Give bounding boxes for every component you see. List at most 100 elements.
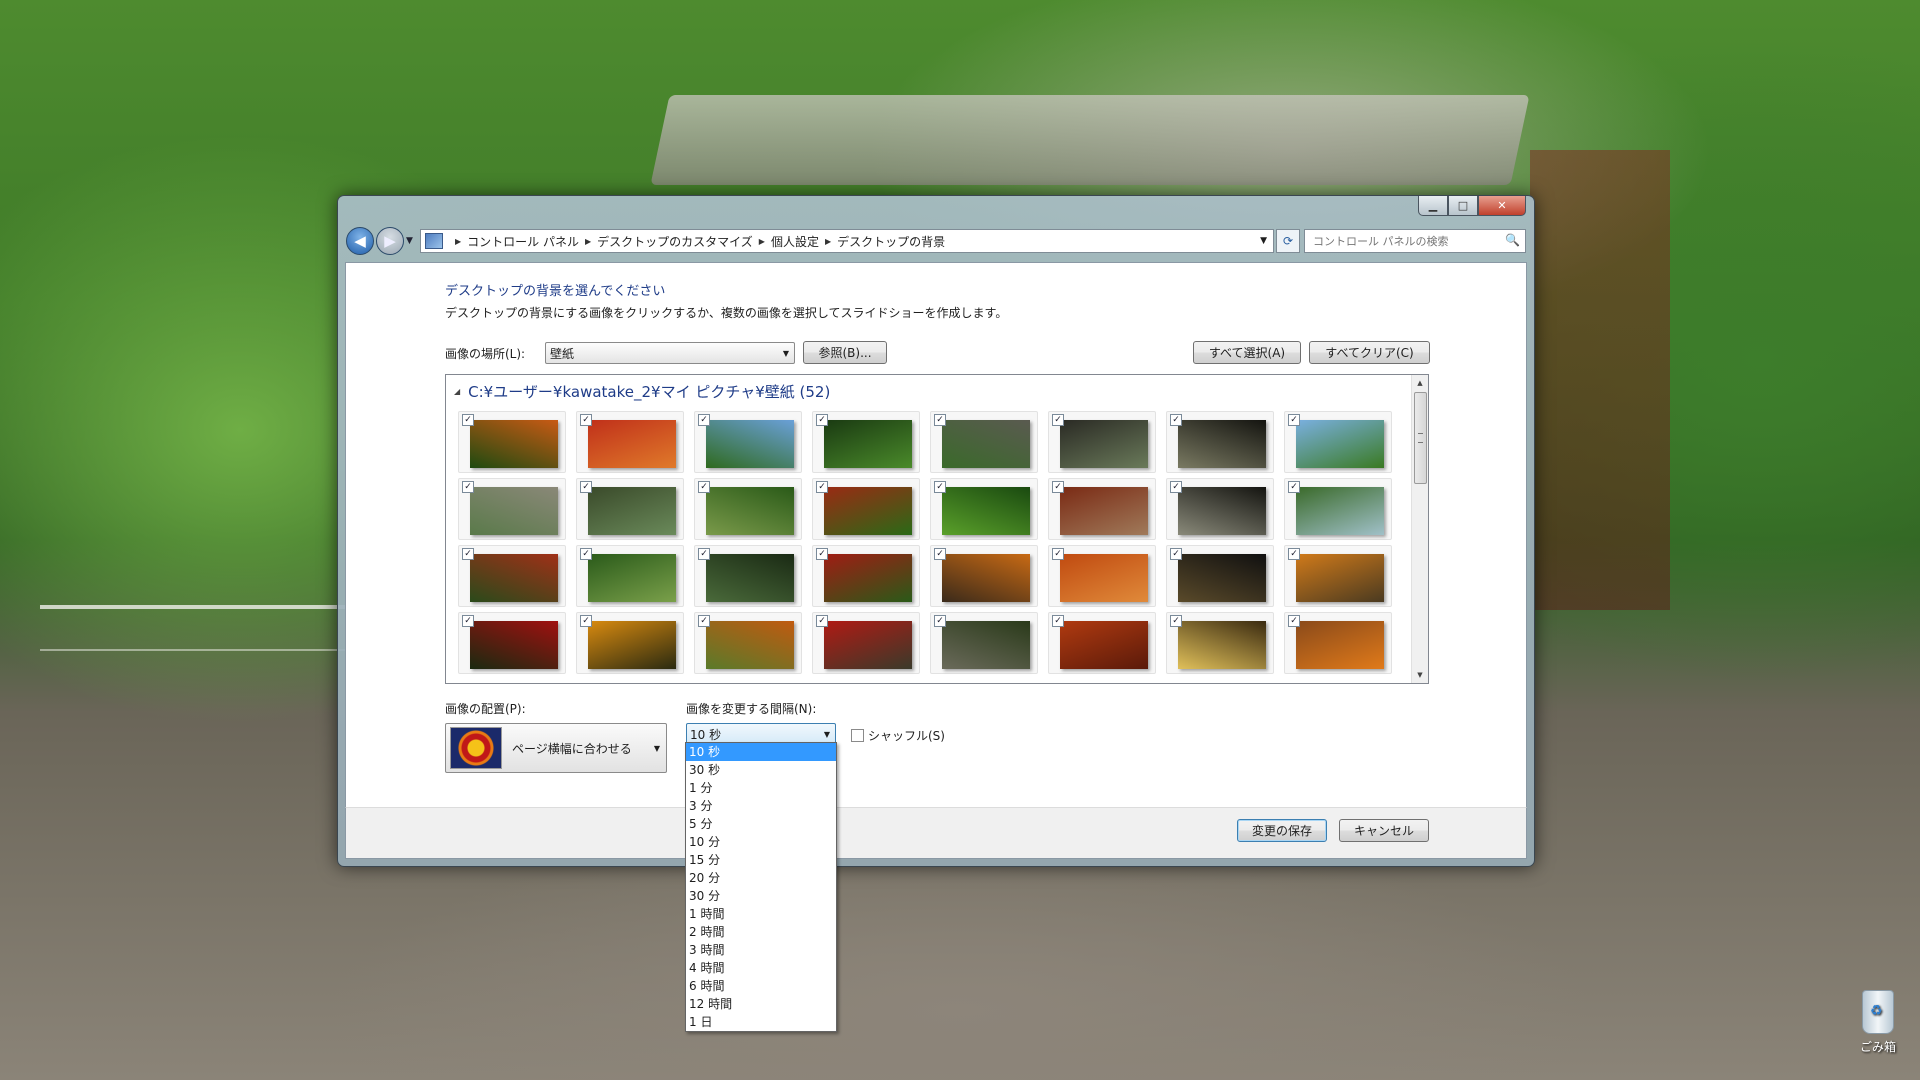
wallpaper-thumbnail[interactable]: ✓ bbox=[1284, 411, 1392, 473]
clear-all-button[interactable]: すべてクリア(C) bbox=[1309, 341, 1430, 364]
thumbnail-checkbox[interactable]: ✓ bbox=[1288, 481, 1300, 493]
interval-option[interactable]: 10 分 bbox=[686, 833, 836, 851]
close-button[interactable]: ✕ bbox=[1478, 196, 1526, 216]
wallpaper-thumbnail[interactable]: ✓ bbox=[1048, 545, 1156, 607]
search-icon[interactable]: 🔍 bbox=[1505, 233, 1521, 249]
interval-dropdown-list[interactable]: 10 秒 30 秒1 分3 分5 分 10 分 15 分 20 分 30 分1 時間 2 時… bbox=[685, 742, 837, 1032]
thumbnail-checkbox[interactable]: ✓ bbox=[1170, 414, 1182, 426]
thumbnail-checkbox[interactable]: ✓ bbox=[1052, 414, 1064, 426]
chevron-right-icon[interactable]: ▶ bbox=[825, 237, 831, 246]
gallery-group-header[interactable]: ◢ C:¥ユーザー¥kawatake_2¥マイ ピクチャ¥壁紙 (52) bbox=[454, 381, 830, 402]
thumbnail-checkbox[interactable]: ✓ bbox=[816, 548, 828, 560]
wallpaper-thumbnail[interactable]: ✓ bbox=[576, 411, 684, 473]
breadcrumb-personalization[interactable]: 個人設定 bbox=[771, 233, 819, 250]
breadcrumb-desktop-background[interactable]: デスクトップの背景 bbox=[837, 233, 945, 250]
interval-option[interactable]: 6 時間 bbox=[686, 977, 836, 995]
wallpaper-thumbnail[interactable]: ✓ bbox=[694, 612, 802, 674]
address-bar[interactable]: ▶ コントロール パネル ▶ デスクトップのカスタマイズ ▶ 個人設定 ▶ デス… bbox=[420, 229, 1274, 253]
wallpaper-thumbnail[interactable]: ✓ bbox=[812, 612, 920, 674]
thumbnail-checkbox[interactable]: ✓ bbox=[462, 615, 474, 627]
wallpaper-thumbnail[interactable]: ✓ bbox=[694, 478, 802, 540]
thumbnail-checkbox[interactable]: ✓ bbox=[816, 615, 828, 627]
interval-option[interactable]: 30 分 bbox=[686, 887, 836, 905]
forward-button[interactable]: ▶ bbox=[376, 227, 404, 255]
thumbnail-checkbox[interactable]: ✓ bbox=[580, 414, 592, 426]
wallpaper-thumbnail[interactable]: ✓ bbox=[458, 612, 566, 674]
browse-button[interactable]: 参照(B)... bbox=[803, 341, 887, 364]
checkbox-box[interactable] bbox=[851, 729, 864, 742]
wallpaper-thumbnail[interactable]: ✓ bbox=[1284, 545, 1392, 607]
interval-option[interactable]: 2 時間 bbox=[686, 923, 836, 941]
wallpaper-thumbnail[interactable]: ✓ bbox=[1166, 545, 1274, 607]
interval-option[interactable]: 3 分 bbox=[686, 797, 836, 815]
thumbnail-checkbox[interactable]: ✓ bbox=[934, 414, 946, 426]
scroll-down-icon[interactable]: ▼ bbox=[1412, 667, 1428, 683]
interval-option[interactable]: 12 時間 bbox=[686, 995, 836, 1013]
chevron-right-icon[interactable]: ▶ bbox=[759, 237, 765, 246]
thumbnail-checkbox[interactable]: ✓ bbox=[1288, 414, 1300, 426]
wallpaper-thumbnail[interactable]: ✓ bbox=[812, 545, 920, 607]
recycle-bin[interactable]: ごみ箱 bbox=[1843, 990, 1913, 1055]
thumbnail-checkbox[interactable]: ✓ bbox=[462, 548, 474, 560]
wallpaper-thumbnail[interactable]: ✓ bbox=[458, 545, 566, 607]
address-dropdown-icon[interactable]: ▼ bbox=[1260, 236, 1267, 246]
wallpaper-thumbnail[interactable]: ✓ bbox=[1048, 411, 1156, 473]
wallpaper-thumbnail[interactable]: ✓ bbox=[1166, 612, 1274, 674]
thumbnail-checkbox[interactable]: ✓ bbox=[816, 481, 828, 493]
thumbnail-checkbox[interactable]: ✓ bbox=[580, 548, 592, 560]
search-input[interactable] bbox=[1311, 233, 1505, 249]
wallpaper-thumbnail[interactable]: ✓ bbox=[1166, 411, 1274, 473]
thumbnail-checkbox[interactable]: ✓ bbox=[698, 548, 710, 560]
wallpaper-thumbnail[interactable]: ✓ bbox=[812, 411, 920, 473]
shuffle-checkbox[interactable]: シャッフル(S) bbox=[851, 727, 945, 744]
wallpaper-thumbnail[interactable]: ✓ bbox=[458, 411, 566, 473]
thumbnail-checkbox[interactable]: ✓ bbox=[580, 481, 592, 493]
collapse-icon[interactable]: ◢ bbox=[454, 387, 460, 396]
thumbnail-checkbox[interactable]: ✓ bbox=[934, 548, 946, 560]
wallpaper-thumbnail[interactable]: ✓ bbox=[576, 612, 684, 674]
thumbnail-checkbox[interactable]: ✓ bbox=[698, 481, 710, 493]
thumbnail-checkbox[interactable]: ✓ bbox=[1170, 548, 1182, 560]
interval-option[interactable]: 10 秒 bbox=[686, 743, 836, 761]
wallpaper-thumbnail[interactable]: ✓ bbox=[812, 478, 920, 540]
wallpaper-thumbnail[interactable]: ✓ bbox=[930, 612, 1038, 674]
wallpaper-thumbnail[interactable]: ✓ bbox=[930, 411, 1038, 473]
search-box[interactable]: 🔍 bbox=[1304, 229, 1526, 253]
maximize-button[interactable]: □ bbox=[1448, 196, 1478, 216]
interval-option[interactable]: 1 分 bbox=[686, 779, 836, 797]
thumbnail-checkbox[interactable]: ✓ bbox=[698, 615, 710, 627]
minimize-button[interactable]: ▁ bbox=[1418, 196, 1448, 216]
wallpaper-thumbnail[interactable]: ✓ bbox=[458, 478, 566, 540]
interval-option[interactable]: 20 分 bbox=[686, 869, 836, 887]
save-changes-button[interactable]: 変更の保存 bbox=[1237, 819, 1327, 842]
breadcrumb-control-panel[interactable]: コントロール パネル bbox=[467, 233, 579, 250]
thumbnail-checkbox[interactable]: ✓ bbox=[462, 481, 474, 493]
thumbnail-checkbox[interactable]: ✓ bbox=[1052, 615, 1064, 627]
wallpaper-thumbnail[interactable]: ✓ bbox=[694, 411, 802, 473]
cancel-button[interactable]: キャンセル bbox=[1339, 819, 1429, 842]
wallpaper-thumbnail[interactable]: ✓ bbox=[576, 545, 684, 607]
chevron-right-icon[interactable]: ▶ bbox=[585, 237, 591, 246]
wallpaper-thumbnail[interactable]: ✓ bbox=[930, 478, 1038, 540]
wallpaper-thumbnail[interactable]: ✓ bbox=[1166, 478, 1274, 540]
recycle-bin-icon[interactable] bbox=[1862, 990, 1894, 1034]
scroll-up-icon[interactable]: ▲ bbox=[1412, 375, 1428, 391]
thumbnail-checkbox[interactable]: ✓ bbox=[1288, 615, 1300, 627]
thumbnail-checkbox[interactable]: ✓ bbox=[1170, 615, 1182, 627]
interval-option[interactable]: 5 分 bbox=[686, 815, 836, 833]
thumbnail-checkbox[interactable]: ✓ bbox=[816, 414, 828, 426]
interval-option[interactable]: 1 日 bbox=[686, 1013, 836, 1031]
wallpaper-thumbnail[interactable]: ✓ bbox=[930, 545, 1038, 607]
wallpaper-thumbnail[interactable]: ✓ bbox=[576, 478, 684, 540]
thumbnail-checkbox[interactable]: ✓ bbox=[698, 414, 710, 426]
thumbnail-checkbox[interactable]: ✓ bbox=[1170, 481, 1182, 493]
thumbnail-checkbox[interactable]: ✓ bbox=[1052, 481, 1064, 493]
thumbnail-checkbox[interactable]: ✓ bbox=[1052, 548, 1064, 560]
position-select[interactable]: ページ横幅に合わせる ▼ bbox=[445, 723, 667, 773]
thumbnail-checkbox[interactable]: ✓ bbox=[462, 414, 474, 426]
interval-option[interactable]: 1 時間 bbox=[686, 905, 836, 923]
refresh-button[interactable]: ⟳ bbox=[1276, 229, 1300, 253]
thumbnail-checkbox[interactable]: ✓ bbox=[934, 481, 946, 493]
back-button[interactable]: ◀ bbox=[346, 227, 374, 255]
interval-option[interactable]: 4 時間 bbox=[686, 959, 836, 977]
